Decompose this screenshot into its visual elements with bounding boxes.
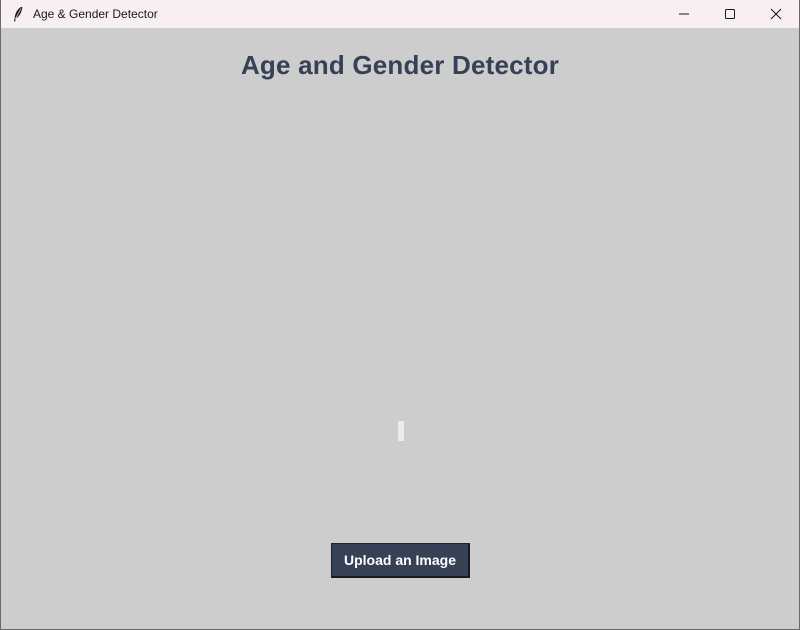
window-title: Age & Gender Detector bbox=[33, 7, 158, 21]
maximize-icon bbox=[725, 9, 735, 19]
app-window: Age & Gender Detector Age and Gender Det… bbox=[0, 0, 800, 630]
feather-icon bbox=[10, 6, 26, 22]
upload-image-button[interactable]: Upload an Image bbox=[331, 543, 470, 578]
window-controls bbox=[661, 0, 799, 28]
minimize-icon bbox=[679, 13, 689, 15]
minimize-button[interactable] bbox=[661, 0, 707, 28]
close-icon bbox=[770, 8, 782, 20]
maximize-button[interactable] bbox=[707, 0, 753, 28]
result-label bbox=[398, 421, 404, 441]
close-button[interactable] bbox=[753, 0, 799, 28]
page-title: Age and Gender Detector bbox=[240, 50, 560, 80]
title-bar[interactable]: Age & Gender Detector bbox=[1, 0, 799, 28]
main-content: Age and Gender Detector Upload an Image bbox=[1, 28, 799, 629]
